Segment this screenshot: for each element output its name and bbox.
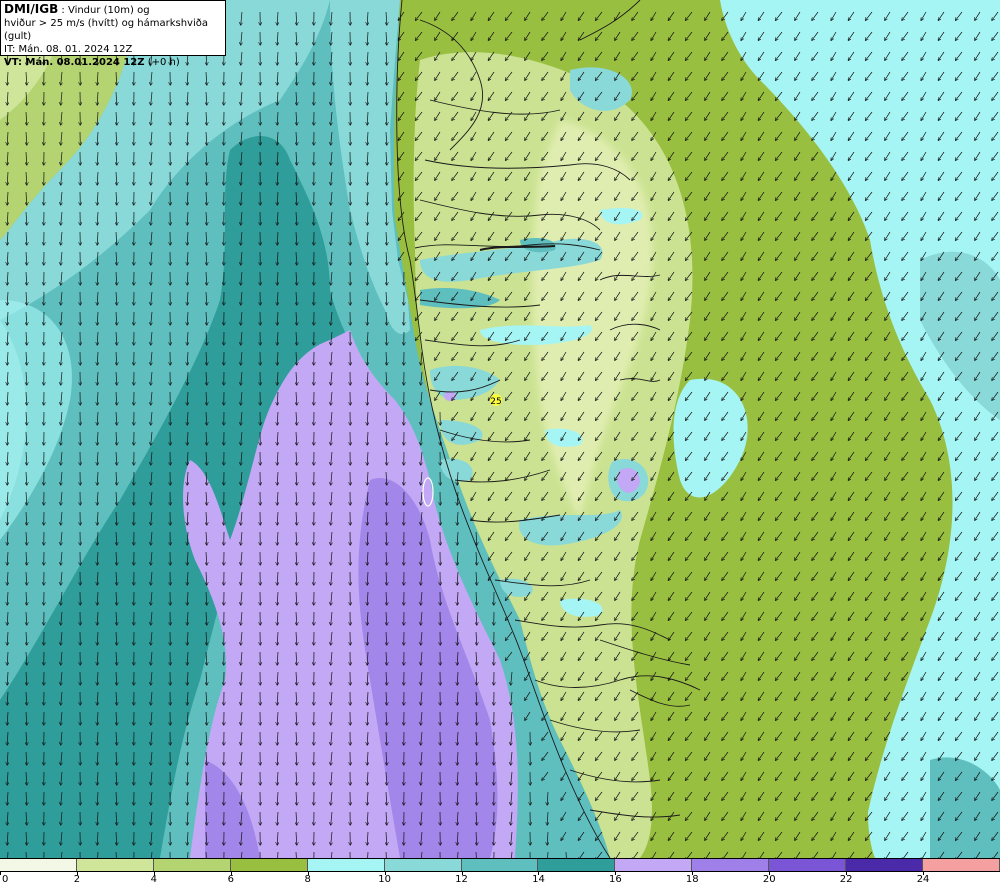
legend-segment	[230, 859, 308, 871]
legend-tick-label: 14	[532, 874, 545, 885]
legend-tick-label: 18	[685, 874, 699, 885]
legend-segment	[461, 859, 539, 871]
legend-tick-label: 8	[304, 874, 311, 885]
legend-segment	[615, 859, 693, 871]
legend-tick-label: 10	[378, 874, 391, 885]
max-gust-marker: 25	[490, 394, 502, 407]
legend-tick-label: 4	[150, 874, 158, 885]
legend-tick-label: 6	[227, 874, 234, 885]
legend-segment	[76, 859, 154, 871]
legend-segment	[769, 859, 847, 871]
legend-tick	[0, 872, 1, 875]
legend-tick-label: 0	[2, 874, 9, 885]
max-gust-label: 25	[490, 397, 501, 407]
map-subtitle: hviður > 25 m/s (hvítt) og hámarkshviða …	[4, 18, 208, 42]
coastal-gust-cell	[444, 391, 456, 401]
legend-segment	[538, 859, 616, 871]
map-title: : Vindur (10m) og	[58, 5, 150, 16]
legend-segment	[0, 859, 77, 871]
legend-tick-label: 22	[839, 874, 853, 885]
legend-segment	[307, 859, 385, 871]
forecast-offset: (+0 h)	[144, 57, 180, 68]
issue-time: IT: Mán. 08. 01. 2024 12Z	[4, 44, 133, 55]
legend-color-bar	[0, 858, 1000, 872]
legend-segment	[692, 859, 770, 871]
legend-tick-label: 20	[762, 874, 776, 885]
legend-segment	[153, 859, 231, 871]
map-info-box: DMI/IGB : Vindur (10m) og hviður > 25 m/…	[0, 0, 226, 68]
org-label: DMI/IGB	[4, 2, 59, 16]
legend-segment	[384, 859, 462, 871]
legend-tick-label: 16	[609, 874, 622, 885]
legend-tick-label: 12	[455, 874, 468, 885]
legend-tick-label: 24	[916, 874, 930, 885]
legend-segment	[923, 859, 1000, 871]
valid-time: VT: Mán. 08.01.2024 12Z	[4, 57, 145, 68]
color-legend: 0 2 4 6 8 10 12 14 16 18 20 22 24	[0, 858, 1000, 887]
wind-map-canvas: 25	[0, 0, 1000, 858]
wind-map: 25	[0, 0, 1000, 858]
legend-tick-label: 2	[73, 874, 81, 885]
legend-segment	[846, 859, 924, 871]
